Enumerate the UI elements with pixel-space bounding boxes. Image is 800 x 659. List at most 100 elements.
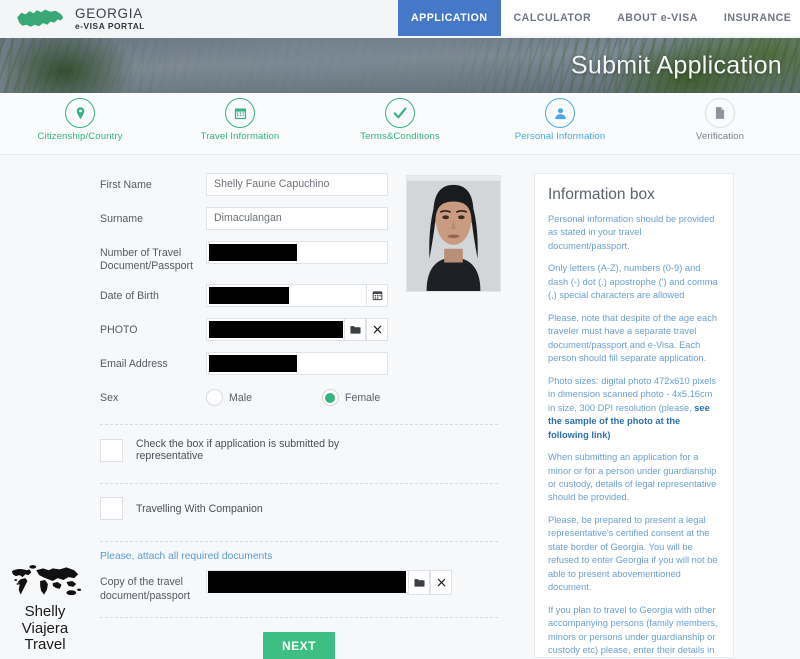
main-navigation: APPLICATION CALCULATOR ABOUT e-VISA INSU…: [398, 0, 800, 36]
first-name-input[interactable]: Shelly Faune Capuchino: [206, 173, 388, 196]
radio-circle-male: [206, 389, 223, 406]
step-icon-circle: [225, 98, 255, 128]
checkbox-box[interactable]: [100, 497, 123, 520]
main-content: First Name Shelly Faune Capuchino Surnam…: [0, 155, 800, 659]
redacted-value: [209, 355, 297, 372]
field-label: PHOTO: [100, 318, 206, 337]
info-paragraph: Please, be prepared to present a legal r…: [548, 514, 720, 595]
watermark-line-1: Shelly: [4, 604, 86, 620]
checkbox-label: Travelling With Companion: [136, 503, 263, 515]
close-icon: [373, 325, 382, 334]
field-control: [206, 352, 406, 375]
field-control: [206, 241, 406, 264]
step-label: Citizenship/Country: [37, 131, 122, 142]
hero-banner: Submit Application: [0, 38, 800, 93]
applicant-photo: [406, 175, 501, 292]
document-icon: [713, 106, 727, 120]
nav-item-application[interactable]: APPLICATION: [398, 0, 501, 36]
radio-label: Male: [229, 392, 252, 404]
nav-item-insurance[interactable]: INSURANCE: [711, 0, 800, 36]
date-picker-button[interactable]: [366, 284, 388, 307]
info-paragraph-text: Photo sizes: digital photo 472x610 pixel…: [548, 376, 716, 413]
brand-text: GEORGIA e-VISA PORTAL: [75, 7, 145, 31]
info-paragraph-photo-sizes: Photo sizes: digital photo 472x610 pixel…: [548, 375, 720, 442]
step-verification[interactable]: Verification: [640, 98, 800, 142]
redacted-value: [208, 571, 406, 593]
step-citizenship-country[interactable]: Citizenship/Country: [0, 98, 160, 142]
calendar-icon: [372, 290, 383, 301]
step-travel-information[interactable]: Travel Information: [160, 98, 320, 142]
calendar-icon: [233, 106, 248, 121]
field-email-address: Email Address: [100, 352, 406, 375]
field-control: [206, 318, 406, 341]
field-label: Surname: [100, 207, 206, 226]
field-control: Dimaculangan: [206, 207, 406, 230]
step-label: Terms&Conditions: [360, 131, 439, 142]
check-icon: [392, 105, 408, 121]
field-date-of-birth: Date of Birth: [100, 284, 406, 307]
checkbox-travelling-with-companion[interactable]: Travelling With Companion: [100, 493, 406, 524]
brand-logo[interactable]: GEORGIA e-VISA PORTAL: [0, 0, 160, 38]
step-icon-circle: [705, 98, 735, 128]
applicant-photo-image: [407, 176, 500, 291]
step-icon-circle: [65, 98, 95, 128]
field-surname: Surname Dimaculangan: [100, 207, 406, 230]
photo-file-input[interactable]: [206, 318, 344, 341]
document-file-input[interactable]: [206, 570, 408, 593]
field-label: Number of Travel Document/Passport: [100, 241, 206, 273]
field-first-name: First Name Shelly Faune Capuchino: [100, 173, 406, 196]
redacted-value: [209, 244, 297, 261]
step-label: Travel Information: [201, 131, 280, 142]
georgia-map-icon: [14, 5, 66, 33]
date-of-birth-input[interactable]: [206, 284, 366, 307]
info-paragraph: When submitting an application for a min…: [548, 451, 720, 505]
info-paragraph: Only letters (A-Z), numbers (0-9) and da…: [548, 262, 720, 302]
field-travel-document-copy: Copy of the travel document/passport: [100, 570, 406, 602]
photo-browse-button[interactable]: [344, 318, 366, 341]
step-icon-circle: [385, 98, 415, 128]
travel-document-number-input[interactable]: [206, 241, 388, 264]
info-paragraph: Please, note that despite of the age eac…: [548, 312, 720, 366]
redacted-value: [209, 287, 289, 304]
step-terms-conditions[interactable]: Terms&Conditions: [320, 98, 480, 142]
radio-female[interactable]: Female: [322, 389, 380, 406]
information-box-title: Information box: [548, 186, 720, 204]
email-input[interactable]: [206, 352, 388, 375]
step-icon-circle: [545, 98, 575, 128]
photo-upload-group: [206, 318, 388, 341]
watermark-line-3: Travel: [4, 637, 86, 653]
nav-item-calculator[interactable]: CALCULATOR: [501, 0, 605, 36]
photo-clear-button[interactable]: [366, 318, 388, 341]
field-label: First Name: [100, 173, 206, 192]
step-personal-information[interactable]: Personal Information: [480, 98, 640, 142]
watermark-line-2: Viajera: [4, 621, 86, 637]
radio-circle-female: [322, 389, 339, 406]
radio-male[interactable]: Male: [206, 389, 252, 406]
field-control: [206, 284, 406, 307]
nav-item-about-evisa[interactable]: ABOUT e-VISA: [604, 0, 711, 36]
field-label: Copy of the travel document/passport: [100, 570, 206, 602]
date-of-birth-group: [206, 284, 388, 307]
map-pin-icon: [73, 106, 88, 121]
redacted-value: [209, 321, 343, 338]
field-label: Date of Birth: [100, 284, 206, 303]
checkbox-box[interactable]: [100, 439, 123, 462]
sex-radio-group: Male Female: [206, 386, 406, 406]
information-column: Information box Personal information sho…: [518, 173, 800, 659]
info-paragraph: If you plan to travel to Georgia with ot…: [548, 604, 720, 658]
next-button[interactable]: NEXT: [263, 632, 335, 659]
surname-input[interactable]: Dimaculangan: [206, 207, 388, 230]
folder-icon: [350, 325, 361, 335]
checkbox-representative[interactable]: Check the box if application is submitte…: [100, 434, 406, 466]
brand-name: GEORGIA: [75, 7, 145, 21]
watermark: Shelly Viajera Travel: [4, 562, 86, 653]
info-paragraph: Personal information should be provided …: [548, 213, 720, 253]
page-title: Submit Application: [571, 51, 782, 80]
page-root: GEORGIA e-VISA PORTAL APPLICATION CALCUL…: [0, 0, 800, 659]
field-label: Sex: [100, 386, 206, 405]
world-map-icon: [6, 562, 84, 602]
information-box: Information box Personal information sho…: [534, 173, 734, 658]
step-label: Personal Information: [515, 131, 606, 142]
field-photo: PHOTO: [100, 318, 406, 341]
radio-label: Female: [345, 392, 380, 404]
